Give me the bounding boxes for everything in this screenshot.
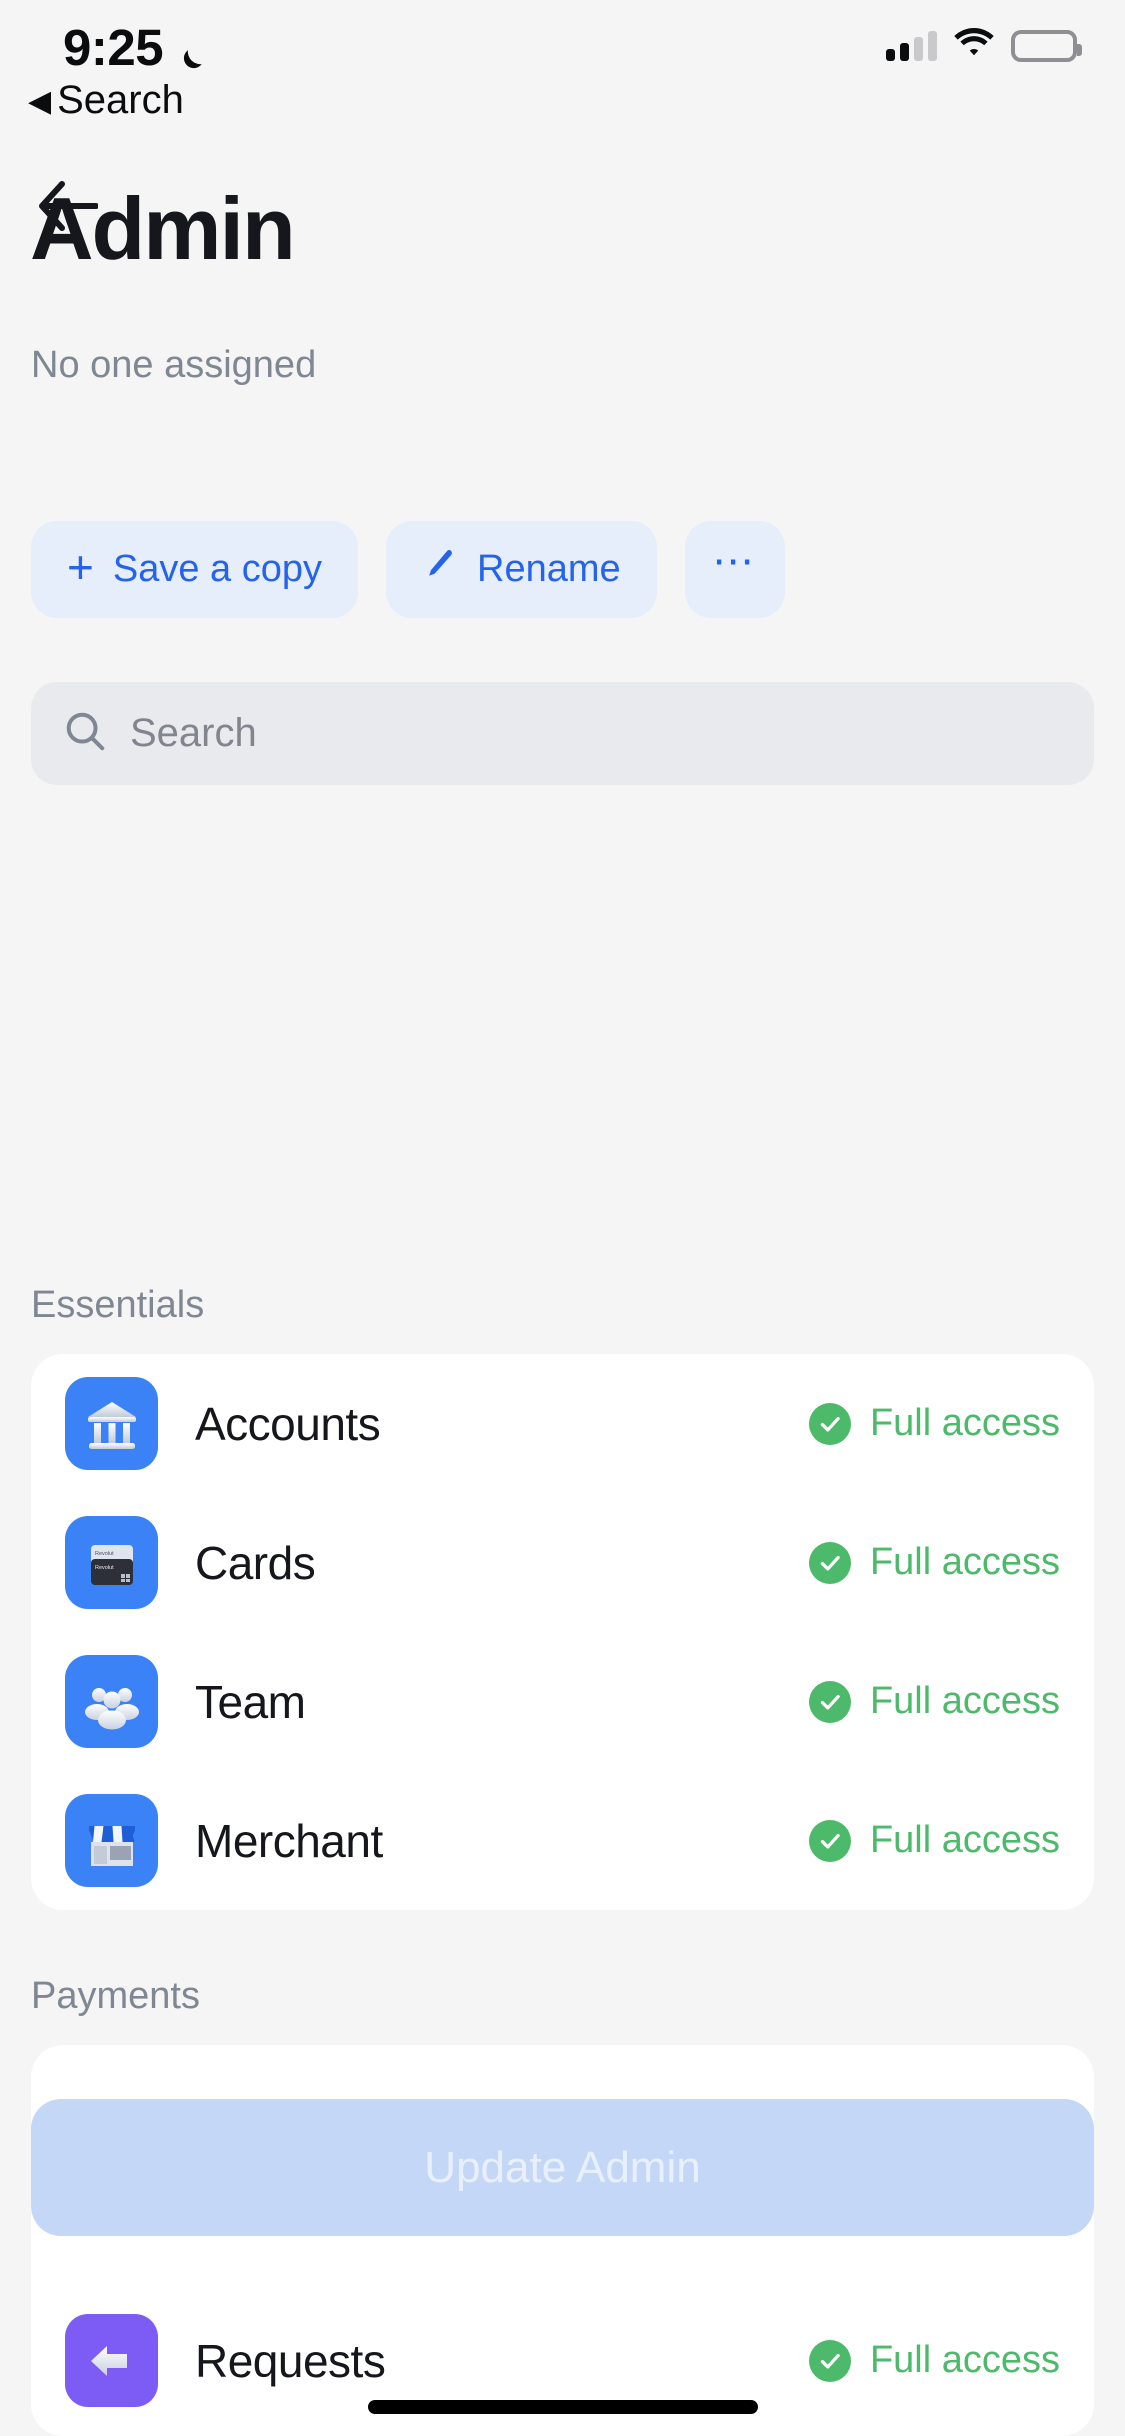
pencil-icon <box>422 547 458 593</box>
list-item-cards[interactable]: Revolut Revolut Cards Full access <box>31 1493 1094 1632</box>
list-item-label: Requests <box>195 2334 386 2387</box>
search-placeholder: Search <box>130 711 257 755</box>
access-label: Full access <box>869 1402 1060 1444</box>
list-item-team[interactable]: Team Full access <box>31 1632 1094 1771</box>
essentials-card: Accounts Full access Revolut Revolut Car… <box>31 1354 1094 1910</box>
search-field[interactable]: Search <box>31 682 1094 785</box>
access-status: Full access <box>808 1402 1060 1445</box>
section-header-payments: Payments <box>31 1975 200 2017</box>
rename-button[interactable]: Rename <box>386 521 657 618</box>
list-item-accounts[interactable]: Accounts Full access <box>31 1354 1094 1493</box>
check-circle-icon <box>808 1680 851 1723</box>
cards-icon: Revolut Revolut <box>65 1516 158 1609</box>
screen-root: 9:25 ◀ Search Admin No one assigned + Sa… <box>0 0 1125 2436</box>
wifi-icon <box>953 28 995 64</box>
bank-icon <box>65 1377 158 1470</box>
page-subtitle: No one assigned <box>31 344 317 386</box>
access-label: Full access <box>869 1541 1060 1583</box>
people-icon <box>65 1655 158 1748</box>
access-label: Full access <box>869 1680 1060 1722</box>
plus-icon: + <box>67 541 94 594</box>
list-item-merchant[interactable]: Merchant Full access <box>31 1771 1094 1910</box>
status-bar-indicators <box>886 28 1082 64</box>
rename-label: Rename <box>477 548 621 590</box>
status-bar-clock: 9:25 <box>63 19 164 76</box>
access-status: Full access <box>808 1541 1060 1584</box>
cellular-bars-icon <box>886 31 937 61</box>
back-to-search-link[interactable]: ◀ Search <box>28 78 184 123</box>
action-button-row: + Save a copy Rename ⋯ <box>31 521 785 618</box>
status-bar: 9:25 ◀ Search <box>0 0 1125 122</box>
svg-text:Revolut: Revolut <box>95 1565 114 1571</box>
access-label: Full access <box>869 2339 1060 2381</box>
svg-text:Revolut: Revolut <box>95 1551 114 1557</box>
check-circle-icon <box>808 2339 851 2382</box>
save-a-copy-label: Save a copy <box>112 548 323 590</box>
status-bar-time-group: 9:25 <box>63 18 206 77</box>
battery-icon <box>1011 30 1082 62</box>
back-to-search-label: Search <box>57 78 184 122</box>
more-options-button[interactable]: ⋯ <box>684 521 785 618</box>
search-icon <box>62 708 108 759</box>
list-item-label: Team <box>195 1675 306 1728</box>
save-a-copy-button[interactable]: + Save a copy <box>31 521 359 618</box>
storefront-icon <box>65 1794 158 1887</box>
check-circle-icon <box>808 1541 851 1584</box>
list-item-label: Accounts <box>195 1397 381 1450</box>
home-indicator <box>367 2400 758 2414</box>
access-label: Full access <box>869 1819 1060 1861</box>
list-item-label: Cards <box>195 1536 316 1589</box>
access-status: Full access <box>808 1819 1060 1862</box>
check-circle-icon <box>808 1402 851 1445</box>
triangle-left-icon: ◀ <box>28 85 52 118</box>
access-status: Full access <box>808 2339 1060 2382</box>
update-admin-button[interactable]: Update Admin <box>31 2099 1094 2236</box>
section-header-essentials: Essentials <box>31 1284 205 1326</box>
ellipsis-icon: ⋯ <box>712 537 758 584</box>
access-status: Full access <box>808 1680 1060 1723</box>
page-title: Admin <box>30 179 296 278</box>
arrow-left-box-icon <box>65 2314 158 2407</box>
moon-icon <box>172 33 206 68</box>
list-item-label: Merchant <box>195 1814 383 1867</box>
check-circle-icon <box>808 1819 851 1862</box>
